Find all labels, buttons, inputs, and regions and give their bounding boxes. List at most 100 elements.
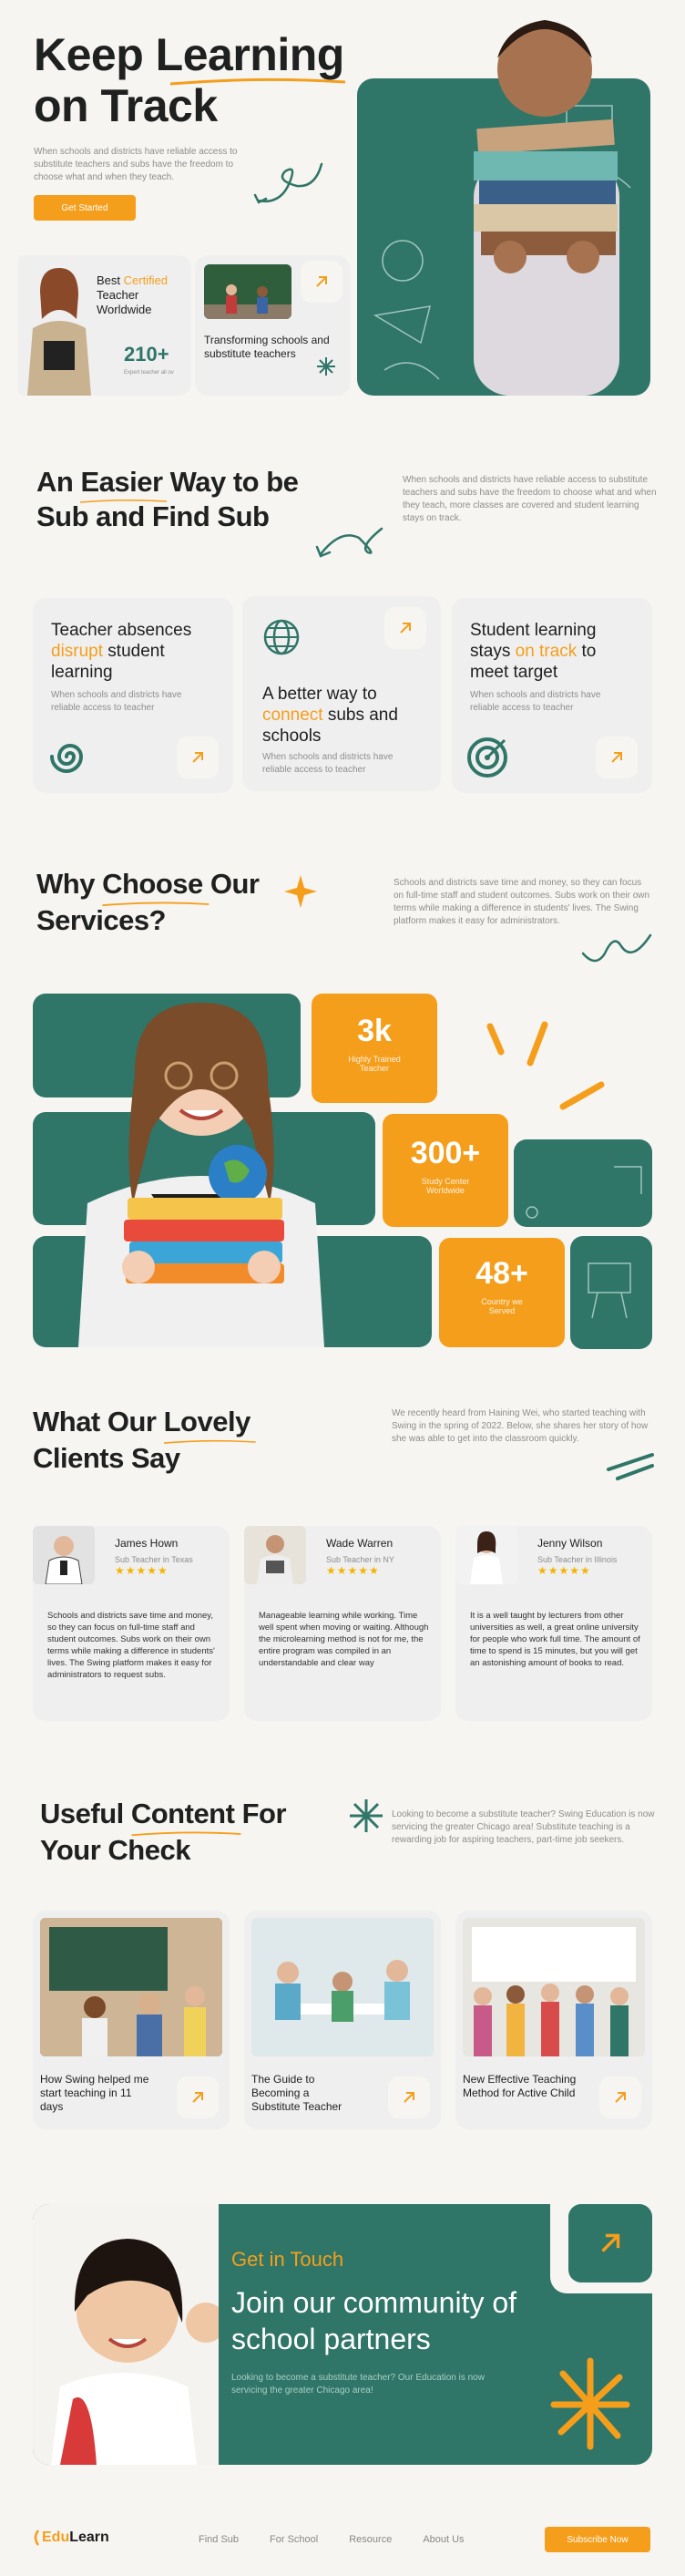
arrow-up-right-icon [615, 2092, 626, 2103]
squiggle-arrow-icon [315, 527, 383, 558]
feature-card-absences: Teacher absences disrupt student learnin… [33, 598, 233, 793]
avatar [244, 1526, 306, 1584]
chalk-doodles-icon [526, 1166, 642, 1219]
article-card[interactable]: New Effective Teaching Method for Active… [455, 1911, 652, 2129]
services-green-block-4 [514, 1139, 652, 1227]
testimonial-card: Jenny Wilson Sub Teacher in Illinois ★★★… [455, 1526, 652, 1721]
services-student-photo [51, 975, 352, 1347]
underline-scribble-icon [102, 902, 210, 907]
target-icon [467, 737, 507, 778]
testimonial-name: Jenny Wilson [537, 1537, 603, 1550]
stat-label: Study Center Worldwide [421, 1177, 470, 1195]
content-title: Useful Content For Your Check [40, 1798, 287, 1866]
underline-scribble-icon [163, 1439, 256, 1444]
arrow-up-right-icon [192, 2092, 203, 2103]
contact-kicker: Get in Touch [231, 2248, 344, 2271]
article-card[interactable]: How Swing helped me start teaching in 11… [33, 1911, 230, 2129]
arrow-up-right-icon [192, 752, 203, 763]
transform-text: Transforming schools and substitute teac… [204, 334, 330, 360]
avatar [455, 1526, 517, 1584]
feature-card-connect: A better way to connect subs and schools… [242, 596, 441, 791]
footer-nav-resource[interactable]: Resource [349, 2534, 392, 2545]
article-title: How Swing helped me start teaching in 11… [40, 2073, 149, 2113]
stat-value: 300+ [410, 1136, 481, 1170]
feature-description: When schools and districts have reliable… [51, 690, 182, 713]
squiggle-arrow-icon [581, 933, 652, 963]
contact-title: Join our community of school partners [231, 2286, 517, 2355]
feature-arrow-button[interactable] [596, 737, 638, 778]
testimonial-card: James Hown Sub Teacher in Texas ★★★★★ Sc… [33, 1526, 230, 1721]
stat-value: 3k [357, 1014, 392, 1048]
stat-card-countries: 48+ Country we Served [439, 1238, 565, 1347]
transform-card: Transforming schools and substitute teac… [195, 255, 350, 396]
stat-label: Highly Trained Teacher [348, 1055, 401, 1073]
teacher-stat: 210+ [124, 343, 169, 366]
article-arrow-button[interactable] [599, 2076, 641, 2118]
article-title: New Effective Teaching Method for Active… [463, 2073, 577, 2099]
feature-title: Teacher absences disrupt student learnin… [51, 621, 192, 682]
globe-icon [263, 619, 300, 655]
feature-arrow-button[interactable] [177, 737, 219, 778]
arrow-up-right-icon [316, 276, 327, 287]
footer-logo[interactable]: Edu Learn [33, 2529, 109, 2547]
article-arrow-button[interactable] [177, 2076, 219, 2118]
footer-nav-find-sub[interactable]: Find Sub [199, 2534, 239, 2545]
subscribe-button[interactable]: Subscribe Now [545, 2527, 650, 2552]
squiggle-arrow-icon [253, 162, 323, 204]
arrow-up-right-icon [601, 2233, 620, 2252]
footer-nav: Find Sub For School Resource About Us [199, 2534, 465, 2545]
testimonials-description: We recently heard from Haining Wei, who … [392, 1408, 649, 1444]
teacher-stat-label: Expert teacher all ov [124, 370, 174, 376]
star-rating: ★★★★★ [326, 1564, 380, 1577]
sparkle-icon [350, 1799, 383, 1832]
footer-nav-about-us[interactable]: About Us [423, 2534, 464, 2545]
arrow-up-right-icon [404, 2092, 414, 2103]
chalk-doodles-icon [588, 1262, 631, 1319]
hero-title: Keep Learning on Track [34, 29, 380, 131]
certified-teacher-card: Best Certified Teacher Worldwide 210+ Exp… [18, 255, 191, 396]
sparkle-icon [317, 357, 335, 376]
services-description: Schools and districts save time and mone… [394, 878, 650, 926]
article-title: The Guide to Becoming a Substitute Teach… [251, 2073, 342, 2113]
easier-description: When schools and districts have reliable… [403, 475, 657, 523]
feature-description: When schools and districts have reliable… [470, 690, 601, 713]
double-stroke-icon [607, 1453, 654, 1480]
avatar [33, 1526, 95, 1584]
article-image [251, 1918, 434, 2056]
stat-card-centers: 300+ Study Center Worldwide [383, 1114, 508, 1227]
star-rating: ★★★★★ [537, 1564, 591, 1577]
underline-scribble-icon [80, 499, 168, 503]
testimonial-text: Schools and districts save time and mone… [47, 1611, 215, 1680]
article-arrow-button[interactable] [388, 2076, 430, 2118]
hero-student-photo [437, 5, 649, 396]
contact-photo-panel [33, 2204, 219, 2465]
underline-scribble-icon [169, 77, 345, 86]
spiral-icon [50, 744, 84, 773]
services-green-block-5 [570, 1236, 652, 1349]
classroom-photo [204, 264, 291, 319]
footer-nav-for-school[interactable]: For School [270, 2534, 318, 2545]
feature-description: When schools and districts have reliable… [262, 752, 394, 775]
teacher-photo [18, 255, 100, 396]
feature-arrow-button[interactable] [384, 607, 426, 649]
stat-label: Country we Served [481, 1297, 523, 1315]
feature-title: Student learning stays on track to meet … [470, 621, 597, 682]
hero-description: When schools and districts have reliable… [34, 147, 238, 182]
starburst-icon [550, 2357, 630, 2450]
contact-arrow-button[interactable] [568, 2204, 652, 2282]
article-card[interactable]: The Guide to Becoming a Substitute Teach… [244, 1911, 441, 2129]
article-image [463, 1918, 645, 2056]
contact-child-photo [51, 2239, 219, 2465]
star-rating: ★★★★★ [115, 1564, 169, 1577]
testimonials-title: What Our Lovely Clients Say [33, 1404, 342, 1477]
feature-card-on-track: Student learning stays on track to meet … [452, 598, 652, 793]
testimonial-text: Manageable learning while working. Time … [259, 1611, 429, 1668]
transform-arrow-button[interactable] [301, 261, 342, 303]
logo-mark-icon [34, 2530, 40, 2546]
article-image [40, 1918, 222, 2056]
stat-card-teachers: 3k Highly Trained Teacher [312, 994, 437, 1103]
star-sparkle-icon [284, 875, 317, 908]
feature-title: A better way to connect subs and schools [262, 685, 398, 746]
sparkle-strokes-icon [486, 1021, 605, 1110]
get-started-button[interactable]: Get Started [34, 195, 136, 221]
